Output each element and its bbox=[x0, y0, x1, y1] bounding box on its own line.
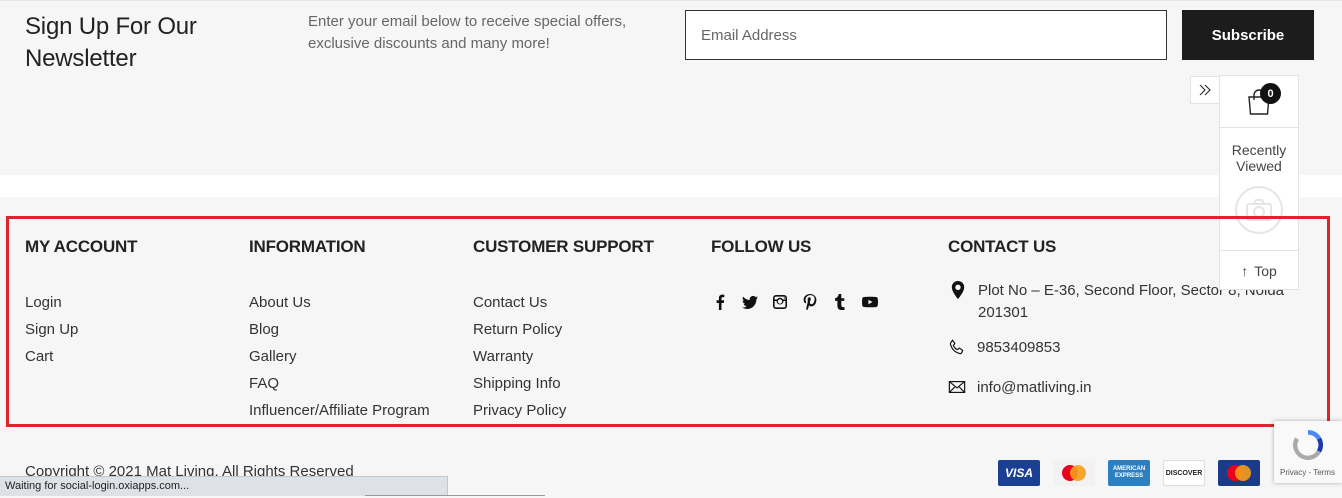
list-item[interactable]: Shipping Info bbox=[473, 370, 654, 397]
mail-icon bbox=[947, 377, 967, 397]
my-account-links: Login Sign Up Cart bbox=[25, 289, 137, 370]
tumblr-icon[interactable] bbox=[831, 293, 849, 311]
top-label: Top bbox=[1254, 262, 1277, 279]
information-links: About Us Blog Gallery FAQ Influencer/Aff… bbox=[249, 289, 430, 424]
footer-column-information: INFORMATION About Us Blog Gallery FAQ In… bbox=[249, 236, 430, 424]
customer-support-heading: CUSTOMER SUPPORT bbox=[473, 237, 654, 256]
widget-expand-button[interactable] bbox=[1190, 76, 1219, 104]
privacy-policy-link[interactable]: Privacy Policy bbox=[473, 402, 566, 419]
maestro-icon bbox=[1218, 460, 1260, 486]
newsletter-title: Sign Up For Our Newsletter bbox=[25, 13, 197, 72]
list-item[interactable]: Warranty bbox=[473, 343, 654, 370]
login-link[interactable]: Login bbox=[25, 294, 62, 311]
blog-link[interactable]: Blog bbox=[249, 321, 279, 338]
recently-viewed-label[interactable]: Recently Viewed bbox=[1220, 142, 1298, 174]
payment-icons: VISA AMERICAN EXPRESS DISCOVER bbox=[998, 460, 1260, 486]
side-widget: 0 Recently Viewed ↑ Top bbox=[1219, 75, 1299, 290]
recaptcha-icon bbox=[1292, 430, 1324, 461]
pinterest-icon[interactable] bbox=[801, 293, 819, 311]
visa-icon: VISA bbox=[998, 460, 1040, 486]
email-address[interactable]: info@matliving.in bbox=[977, 377, 1091, 399]
back-to-top-button[interactable]: ↑ Top bbox=[1220, 250, 1298, 290]
contact-us-heading: CONTACT US bbox=[948, 237, 1057, 256]
phone-icon bbox=[947, 337, 967, 357]
recaptcha-text[interactable]: Privacy - Terms bbox=[1280, 468, 1335, 477]
arrow-up-icon: ↑ bbox=[1241, 262, 1249, 279]
cart-link[interactable]: Cart bbox=[25, 348, 53, 365]
footer-column-customer-support: CUSTOMER SUPPORT Contact Us Return Polic… bbox=[473, 236, 654, 424]
gallery-link[interactable]: Gallery bbox=[249, 348, 297, 365]
footer bbox=[0, 197, 1342, 498]
list-item[interactable]: Return Policy bbox=[473, 316, 654, 343]
section-gap bbox=[0, 175, 1342, 197]
newsletter-description: Enter your email below to receive specia… bbox=[308, 13, 627, 52]
contact-us-link[interactable]: Contact Us bbox=[473, 294, 547, 311]
list-item[interactable]: Contact Us bbox=[473, 289, 654, 316]
cart-button[interactable]: 0 bbox=[1220, 76, 1298, 128]
faq-link[interactable]: FAQ bbox=[249, 375, 279, 392]
customer-support-links: Contact Us Return Policy Warranty Shippi… bbox=[473, 289, 654, 424]
instagram-icon[interactable] bbox=[771, 293, 789, 311]
address-line-2: 201301 bbox=[978, 304, 1029, 321]
newsletter-section: Sign Up For Our Newsletter Enter your em… bbox=[0, 0, 1342, 175]
list-item[interactable]: Login bbox=[25, 289, 137, 316]
contact-phone: 9853409853 bbox=[947, 337, 1060, 359]
my-account-heading: MY ACCOUNT bbox=[25, 237, 138, 256]
map-pin-icon bbox=[948, 280, 968, 300]
browser-status-bar: Waiting for social-login.oxiapps.com... bbox=[0, 476, 448, 496]
amex-icon: AMERICAN EXPRESS bbox=[1108, 460, 1150, 486]
shipping-info-link[interactable]: Shipping Info bbox=[473, 375, 561, 392]
footer-column-follow-us: FOLLOW US bbox=[711, 236, 879, 311]
list-item[interactable]: About Us bbox=[249, 289, 430, 316]
warranty-link[interactable]: Warranty bbox=[473, 348, 533, 365]
about-us-link[interactable]: About Us bbox=[249, 294, 311, 311]
list-item[interactable]: Privacy Policy bbox=[473, 397, 654, 424]
contact-email: info@matliving.in bbox=[947, 377, 1091, 399]
follow-us-heading: FOLLOW US bbox=[711, 237, 812, 256]
return-policy-link[interactable]: Return Policy bbox=[473, 321, 562, 338]
page: Sign Up For Our Newsletter Enter your em… bbox=[0, 0, 1342, 498]
list-item[interactable]: Blog bbox=[249, 316, 430, 343]
social-icons bbox=[711, 293, 879, 311]
twitter-icon[interactable] bbox=[741, 293, 759, 311]
cart-count-badge: 0 bbox=[1260, 83, 1281, 104]
phone-number[interactable]: 9853409853 bbox=[977, 337, 1060, 359]
affiliate-program-link[interactable]: Influencer/Affiliate Program bbox=[249, 402, 430, 419]
camera-icon bbox=[1235, 186, 1283, 234]
discover-icon: DISCOVER bbox=[1163, 460, 1205, 486]
email-field[interactable] bbox=[685, 10, 1167, 60]
mastercard-icon bbox=[1053, 460, 1095, 486]
facebook-icon[interactable] bbox=[711, 293, 729, 311]
youtube-icon[interactable] bbox=[861, 293, 879, 311]
footer-column-contact-us: CONTACT US bbox=[948, 236, 1056, 258]
list-item[interactable]: Cart bbox=[25, 343, 137, 370]
list-item[interactable]: Sign Up bbox=[25, 316, 137, 343]
information-heading: INFORMATION bbox=[249, 237, 366, 256]
list-item[interactable]: FAQ bbox=[249, 370, 430, 397]
double-chevron-right-icon bbox=[1199, 84, 1211, 96]
subscribe-button[interactable]: Subscribe bbox=[1182, 10, 1314, 60]
list-item[interactable]: Influencer/Affiliate Program bbox=[249, 397, 430, 424]
sign-up-link[interactable]: Sign Up bbox=[25, 321, 78, 338]
footer-column-my-account: MY ACCOUNT Login Sign Up Cart bbox=[25, 236, 137, 370]
recaptcha-badge[interactable]: Privacy - Terms bbox=[1274, 421, 1342, 483]
list-item[interactable]: Gallery bbox=[249, 343, 430, 370]
